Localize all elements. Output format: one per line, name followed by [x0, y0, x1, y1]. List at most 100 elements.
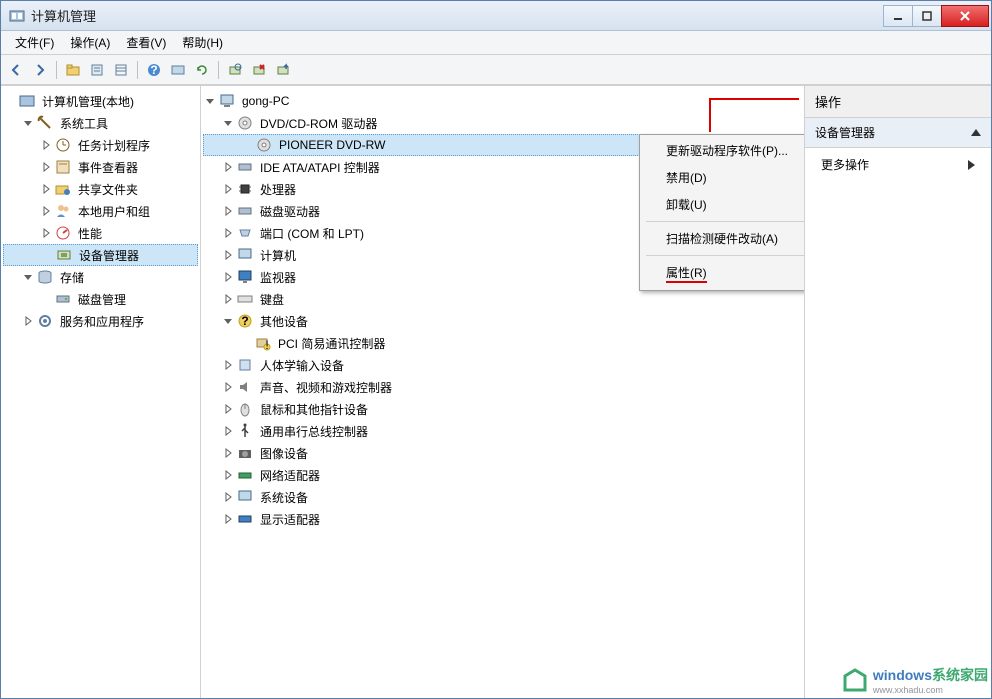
tree-label: 事件查看器	[75, 158, 141, 177]
expander-open[interactable]	[221, 314, 235, 328]
menu-action[interactable]: 操作(A)	[62, 31, 118, 54]
tool-refresh-button[interactable]	[191, 59, 213, 81]
tree-shared-folders[interactable]: 共享文件夹	[3, 178, 198, 200]
expander-open[interactable]	[21, 270, 35, 284]
nav-forward-button[interactable]	[29, 59, 51, 81]
tool-view-button[interactable]	[167, 59, 189, 81]
tool-scan-button[interactable]	[224, 59, 246, 81]
expander-closed[interactable]	[221, 424, 235, 438]
menu-view[interactable]: 查看(V)	[118, 31, 174, 54]
expander-closed[interactable]	[221, 226, 235, 240]
collapse-icon	[971, 129, 981, 136]
tree-label: 磁盘驱动器	[257, 202, 323, 221]
expander-closed[interactable]	[221, 402, 235, 416]
expander-closed[interactable]	[221, 512, 235, 526]
shared-folder-icon	[55, 181, 71, 197]
minimize-button[interactable]	[883, 5, 913, 27]
tool-update-button[interactable]	[272, 59, 294, 81]
expander-open[interactable]	[21, 116, 35, 130]
expander-closed[interactable]	[221, 182, 235, 196]
actions-panel: 操作 设备管理器 更多操作	[805, 86, 991, 698]
tree-event-viewer[interactable]: 事件查看器	[3, 156, 198, 178]
ctx-label: 扫描检测硬件改动(A)	[666, 232, 778, 246]
titlebar: 计算机管理	[1, 1, 991, 31]
tree-label: 声音、视频和游戏控制器	[257, 378, 395, 397]
tool-help-button[interactable]: ?	[143, 59, 165, 81]
more-actions-label: 更多操作	[821, 156, 869, 173]
device-system[interactable]: 系统设备	[203, 486, 802, 508]
tree-label: DVD/CD-ROM 驱动器	[257, 114, 380, 133]
device-root[interactable]: gong-PC	[203, 90, 802, 112]
expander-closed[interactable]	[39, 226, 53, 240]
expander-closed[interactable]	[221, 270, 235, 284]
expander-closed[interactable]	[221, 204, 235, 218]
event-icon	[55, 159, 71, 175]
actions-section[interactable]: 设备管理器	[805, 118, 991, 148]
tree-system-tools[interactable]: 系统工具	[3, 112, 198, 134]
tree-disk-mgmt[interactable]: 磁盘管理	[3, 288, 198, 310]
expander-closed[interactable]	[221, 446, 235, 460]
tree-label: 存储	[57, 268, 87, 287]
expander-closed[interactable]	[221, 248, 235, 262]
left-tree-panel[interactable]: 计算机管理(本地) 系统工具 任务计划程序 事件查看器	[1, 86, 201, 698]
expander-closed[interactable]	[221, 380, 235, 394]
expander-closed[interactable]	[221, 490, 235, 504]
expander-closed[interactable]	[221, 468, 235, 482]
expander-closed[interactable]	[39, 204, 53, 218]
tree-label: 磁盘管理	[75, 290, 129, 309]
expander-closed[interactable]	[221, 358, 235, 372]
device-tree-panel[interactable]: gong-PC DVD/CD-ROM 驱动器 PIONEER DVD-RW ID…	[201, 86, 805, 698]
tree-root-computer-mgmt[interactable]: 计算机管理(本地)	[3, 90, 198, 112]
nav-back-button[interactable]	[5, 59, 27, 81]
tree-storage[interactable]: 存储	[3, 266, 198, 288]
device-imaging[interactable]: 图像设备	[203, 442, 802, 464]
ctx-update-driver[interactable]: 更新驱动程序软件(P)...	[642, 137, 805, 164]
device-hid[interactable]: 人体学输入设备	[203, 354, 802, 376]
tree-label: PCI 简易通讯控制器	[275, 334, 388, 353]
tree-services[interactable]: 服务和应用程序	[3, 310, 198, 332]
tree-label: 端口 (COM 和 LPT)	[257, 224, 367, 243]
ctx-uninstall[interactable]: 卸载(U)	[642, 191, 805, 218]
close-button[interactable]	[941, 5, 989, 27]
device-display[interactable]: 显示适配器	[203, 508, 802, 530]
performance-icon	[55, 225, 71, 241]
ctx-scan[interactable]: 扫描检测硬件改动(A)	[642, 225, 805, 252]
ctx-disable[interactable]: 禁用(D)	[642, 164, 805, 191]
more-actions[interactable]: 更多操作	[805, 148, 991, 181]
device-keyboard[interactable]: 键盘	[203, 288, 802, 310]
maximize-button[interactable]	[912, 5, 942, 27]
tool-uninstall-button[interactable]	[248, 59, 270, 81]
app-window: 计算机管理 文件(F) 操作(A) 查看(V) 帮助(H) ?	[0, 0, 992, 699]
expander-closed[interactable]	[21, 314, 35, 328]
expander-closed[interactable]	[39, 138, 53, 152]
tree-performance[interactable]: 性能	[3, 222, 198, 244]
expander-closed[interactable]	[221, 160, 235, 174]
tool-folder-button[interactable]	[62, 59, 84, 81]
menu-file[interactable]: 文件(F)	[7, 31, 62, 54]
device-usb[interactable]: 通用串行总线控制器	[203, 420, 802, 442]
tree-device-manager[interactable]: 设备管理器	[3, 244, 198, 266]
device-pci[interactable]: ! PCI 简易通讯控制器	[203, 332, 802, 354]
tool-properties-button[interactable]	[86, 59, 108, 81]
clock-icon	[55, 137, 71, 153]
device-sound[interactable]: 声音、视频和游戏控制器	[203, 376, 802, 398]
tool-list-button[interactable]	[110, 59, 132, 81]
other-icon: ?	[237, 313, 253, 329]
device-dvd-group[interactable]: DVD/CD-ROM 驱动器	[203, 112, 802, 134]
device-mouse[interactable]: 鼠标和其他指针设备	[203, 398, 802, 420]
expander-closed[interactable]	[39, 182, 53, 196]
expander-closed[interactable]	[221, 292, 235, 306]
watermark-logo-icon	[841, 666, 869, 694]
expander-closed[interactable]	[39, 160, 53, 174]
menu-help[interactable]: 帮助(H)	[174, 31, 231, 54]
expander-open[interactable]	[221, 116, 235, 130]
actions-header: 操作	[805, 86, 991, 118]
tree-task-scheduler[interactable]: 任务计划程序	[3, 134, 198, 156]
device-other[interactable]: ? 其他设备	[203, 310, 802, 332]
ctx-label: 属性(R)	[666, 264, 707, 283]
ctx-properties[interactable]: 属性(R)	[642, 259, 805, 288]
monitor-icon	[237, 269, 253, 285]
tree-local-users[interactable]: 本地用户和组	[3, 200, 198, 222]
expander-open[interactable]	[203, 94, 217, 108]
device-network[interactable]: 网络适配器	[203, 464, 802, 486]
